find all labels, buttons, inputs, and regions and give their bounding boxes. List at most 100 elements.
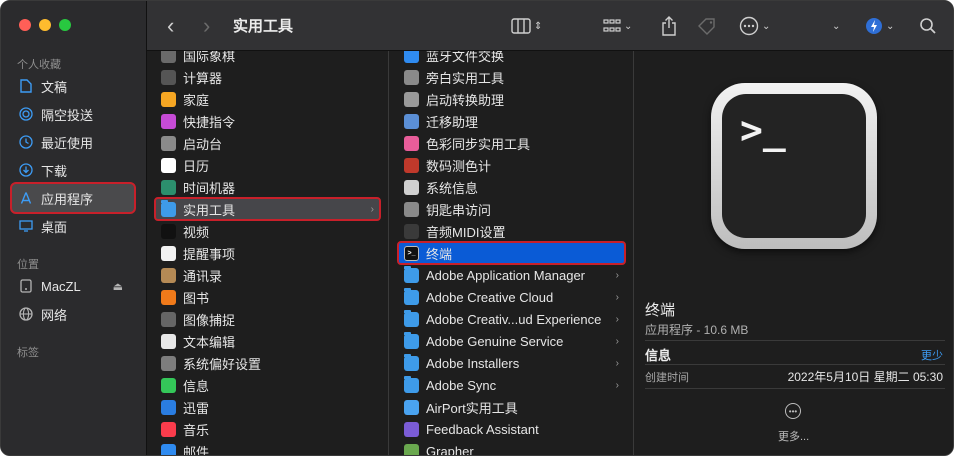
image-capture-icon [161,311,176,327]
sidebar-item-documents[interactable]: 文稿 [11,72,135,100]
app-row[interactable]: 迅雷 [155,396,380,418]
tag-button[interactable] [697,15,717,37]
app-row[interactable]: 旁白实用工具 [398,66,625,88]
app-row[interactable]: Grapher [398,440,625,456]
row-label: 提醒事项 [183,246,236,262]
row-label: 计算器 [183,70,223,86]
view-columns-button[interactable]: ⇕ [511,15,542,37]
folder-icon [404,331,419,349]
row-label: 迅雷 [183,400,210,416]
toolbar-extension-button[interactable]: ⌄ [865,15,894,37]
row-label: 信息 [183,378,210,394]
app-row[interactable]: 系统信息 [398,176,625,198]
row-label: Grapher [426,443,474,456]
app-row[interactable]: 家庭 [155,88,380,110]
messages-icon [161,377,176,393]
sidebar-item-label: 最近使用 [41,135,94,151]
shortcuts-icon [161,113,176,129]
toolbar: ‹ › 实用工具 ⇕ ⌄ ⌄ ⌄ ⌄ [147,1,953,51]
sidebar-item-maczl[interactable]: MacZL ⏏ [11,272,135,300]
app-row[interactable]: 通讯录 [155,264,380,286]
app-row[interactable]: 计算器 [155,66,380,88]
app-row[interactable]: 启动转换助理 [398,88,625,110]
sidebar-item-recents[interactable]: 最近使用 [11,128,135,156]
app-row[interactable]: 视频 [155,220,380,242]
row-label: Adobe Creativ...ud Experience [426,311,602,327]
zoom-button[interactable] [59,19,71,31]
minimize-button[interactable] [39,19,51,31]
app-row[interactable]: 邮件 [155,440,380,455]
row-label: 文本编辑 [183,334,236,350]
forward-button[interactable]: › [203,13,210,38]
toolbar-overflow-button[interactable]: ⌄ [829,15,840,37]
share-icon [662,16,676,36]
sidebar-item-applications[interactable]: 应用程序 [10,182,136,214]
colormeter-icon [404,157,419,173]
app-row[interactable]: 国际象棋 [155,51,380,66]
eject-icon[interactable]: ⏏ [113,280,123,293]
row-label: 音频MIDI设置 [426,224,506,240]
sidebar-item-airdrop[interactable]: 隔空投送 [11,100,135,128]
back-button[interactable]: ‹ [167,13,174,38]
app-row[interactable]: 图书 [155,286,380,308]
group-button[interactable]: ⌄ [603,15,632,37]
sidebar-item-label: 桌面 [41,219,68,235]
sidebar-item-downloads[interactable]: 下载 [11,156,135,184]
created-time-label: 创建时间 [645,372,689,384]
app-row[interactable]: 音频MIDI设置 [398,220,625,242]
column-applications[interactable]: 国际象棋计算器家庭 快捷指令 启动台 日历 时间机器实用工具 › 视频提醒事项通讯录 图书 图像… [147,51,389,455]
terminal-screen: >_ [722,94,866,238]
chevron-right-icon: › [370,203,374,215]
thunder-icon [161,399,176,415]
app-row[interactable]: AirPort实用工具 [398,396,625,418]
columns-view-icon [511,18,531,34]
app-row[interactable]: 提醒事项 [155,242,380,264]
folder-row[interactable]: Adobe Application Manager › [398,264,625,286]
app-row[interactable]: 系统偏好设置 [155,352,380,374]
app-row[interactable]: 色彩同步实用工具 [398,132,625,154]
folder-icon [161,199,176,217]
sidebar-item-label: 网络 [41,307,68,323]
folder-row[interactable]: Adobe Installers › [398,352,625,374]
app-row[interactable]: 钥匙串访问 [398,198,625,220]
folder-row[interactable]: 实用工具 › [154,197,381,221]
app-row[interactable]: Feedback Assistant [398,418,625,440]
window-title: 实用工具 [233,18,294,35]
more-button-label[interactable]: 更多... [778,428,809,444]
app-row[interactable]: 音乐 [155,418,380,440]
app-row[interactable]: 文本编辑 [155,330,380,352]
action-button[interactable]: ⌄ [739,15,770,37]
sidebar-section-tags: 标签 [17,347,39,359]
folder-row[interactable]: Adobe Creativ...ud Experience › [398,308,625,330]
sidebar-item-label: 文稿 [41,79,68,95]
row-label: 实用工具 [183,202,236,218]
app-row[interactable]: 蓝牙文件交换 [398,51,625,66]
feedback-icon [404,421,419,437]
share-button[interactable] [661,15,677,37]
app-row[interactable]: 迁移助理 [398,110,625,132]
folder-row[interactable]: Adobe Sync › [398,374,625,396]
app-row[interactable]: 数码测色计 [398,154,625,176]
reminders-icon [161,245,176,261]
app-row[interactable]: 日历 [155,154,380,176]
calendar-icon [161,157,176,173]
app-row[interactable]: 时间机器 [155,176,380,198]
app-row[interactable]: 快捷指令 [155,110,380,132]
more-icon[interactable]: ••• [785,403,801,419]
column-utilities[interactable]: 蓝牙文件交换 旁白实用工具 启动转换助理 迁移助理 色彩同步实用工具 数码测色计 系统信息钥… [390,51,634,456]
tag-icon [698,18,715,35]
app-row[interactable]: >_ 终端 [397,241,626,265]
app-row[interactable]: 启动台 [155,132,380,154]
folder-row[interactable]: Adobe Genuine Service › [398,330,625,352]
mail-icon [161,443,176,455]
show-less-link[interactable]: 更少 [921,347,943,363]
sidebar-item-desktop[interactable]: 桌面 [11,212,135,240]
search-button[interactable] [919,15,937,37]
app-row[interactable]: 信息 [155,374,380,396]
folder-icon [404,265,419,283]
folder-row[interactable]: Adobe Creative Cloud › [398,286,625,308]
sidebar-item-network[interactable]: 网络 [11,300,135,328]
app-row[interactable]: 图像捕捉 [155,308,380,330]
close-button[interactable] [19,19,31,31]
chevron-right-icon: › [615,335,619,347]
